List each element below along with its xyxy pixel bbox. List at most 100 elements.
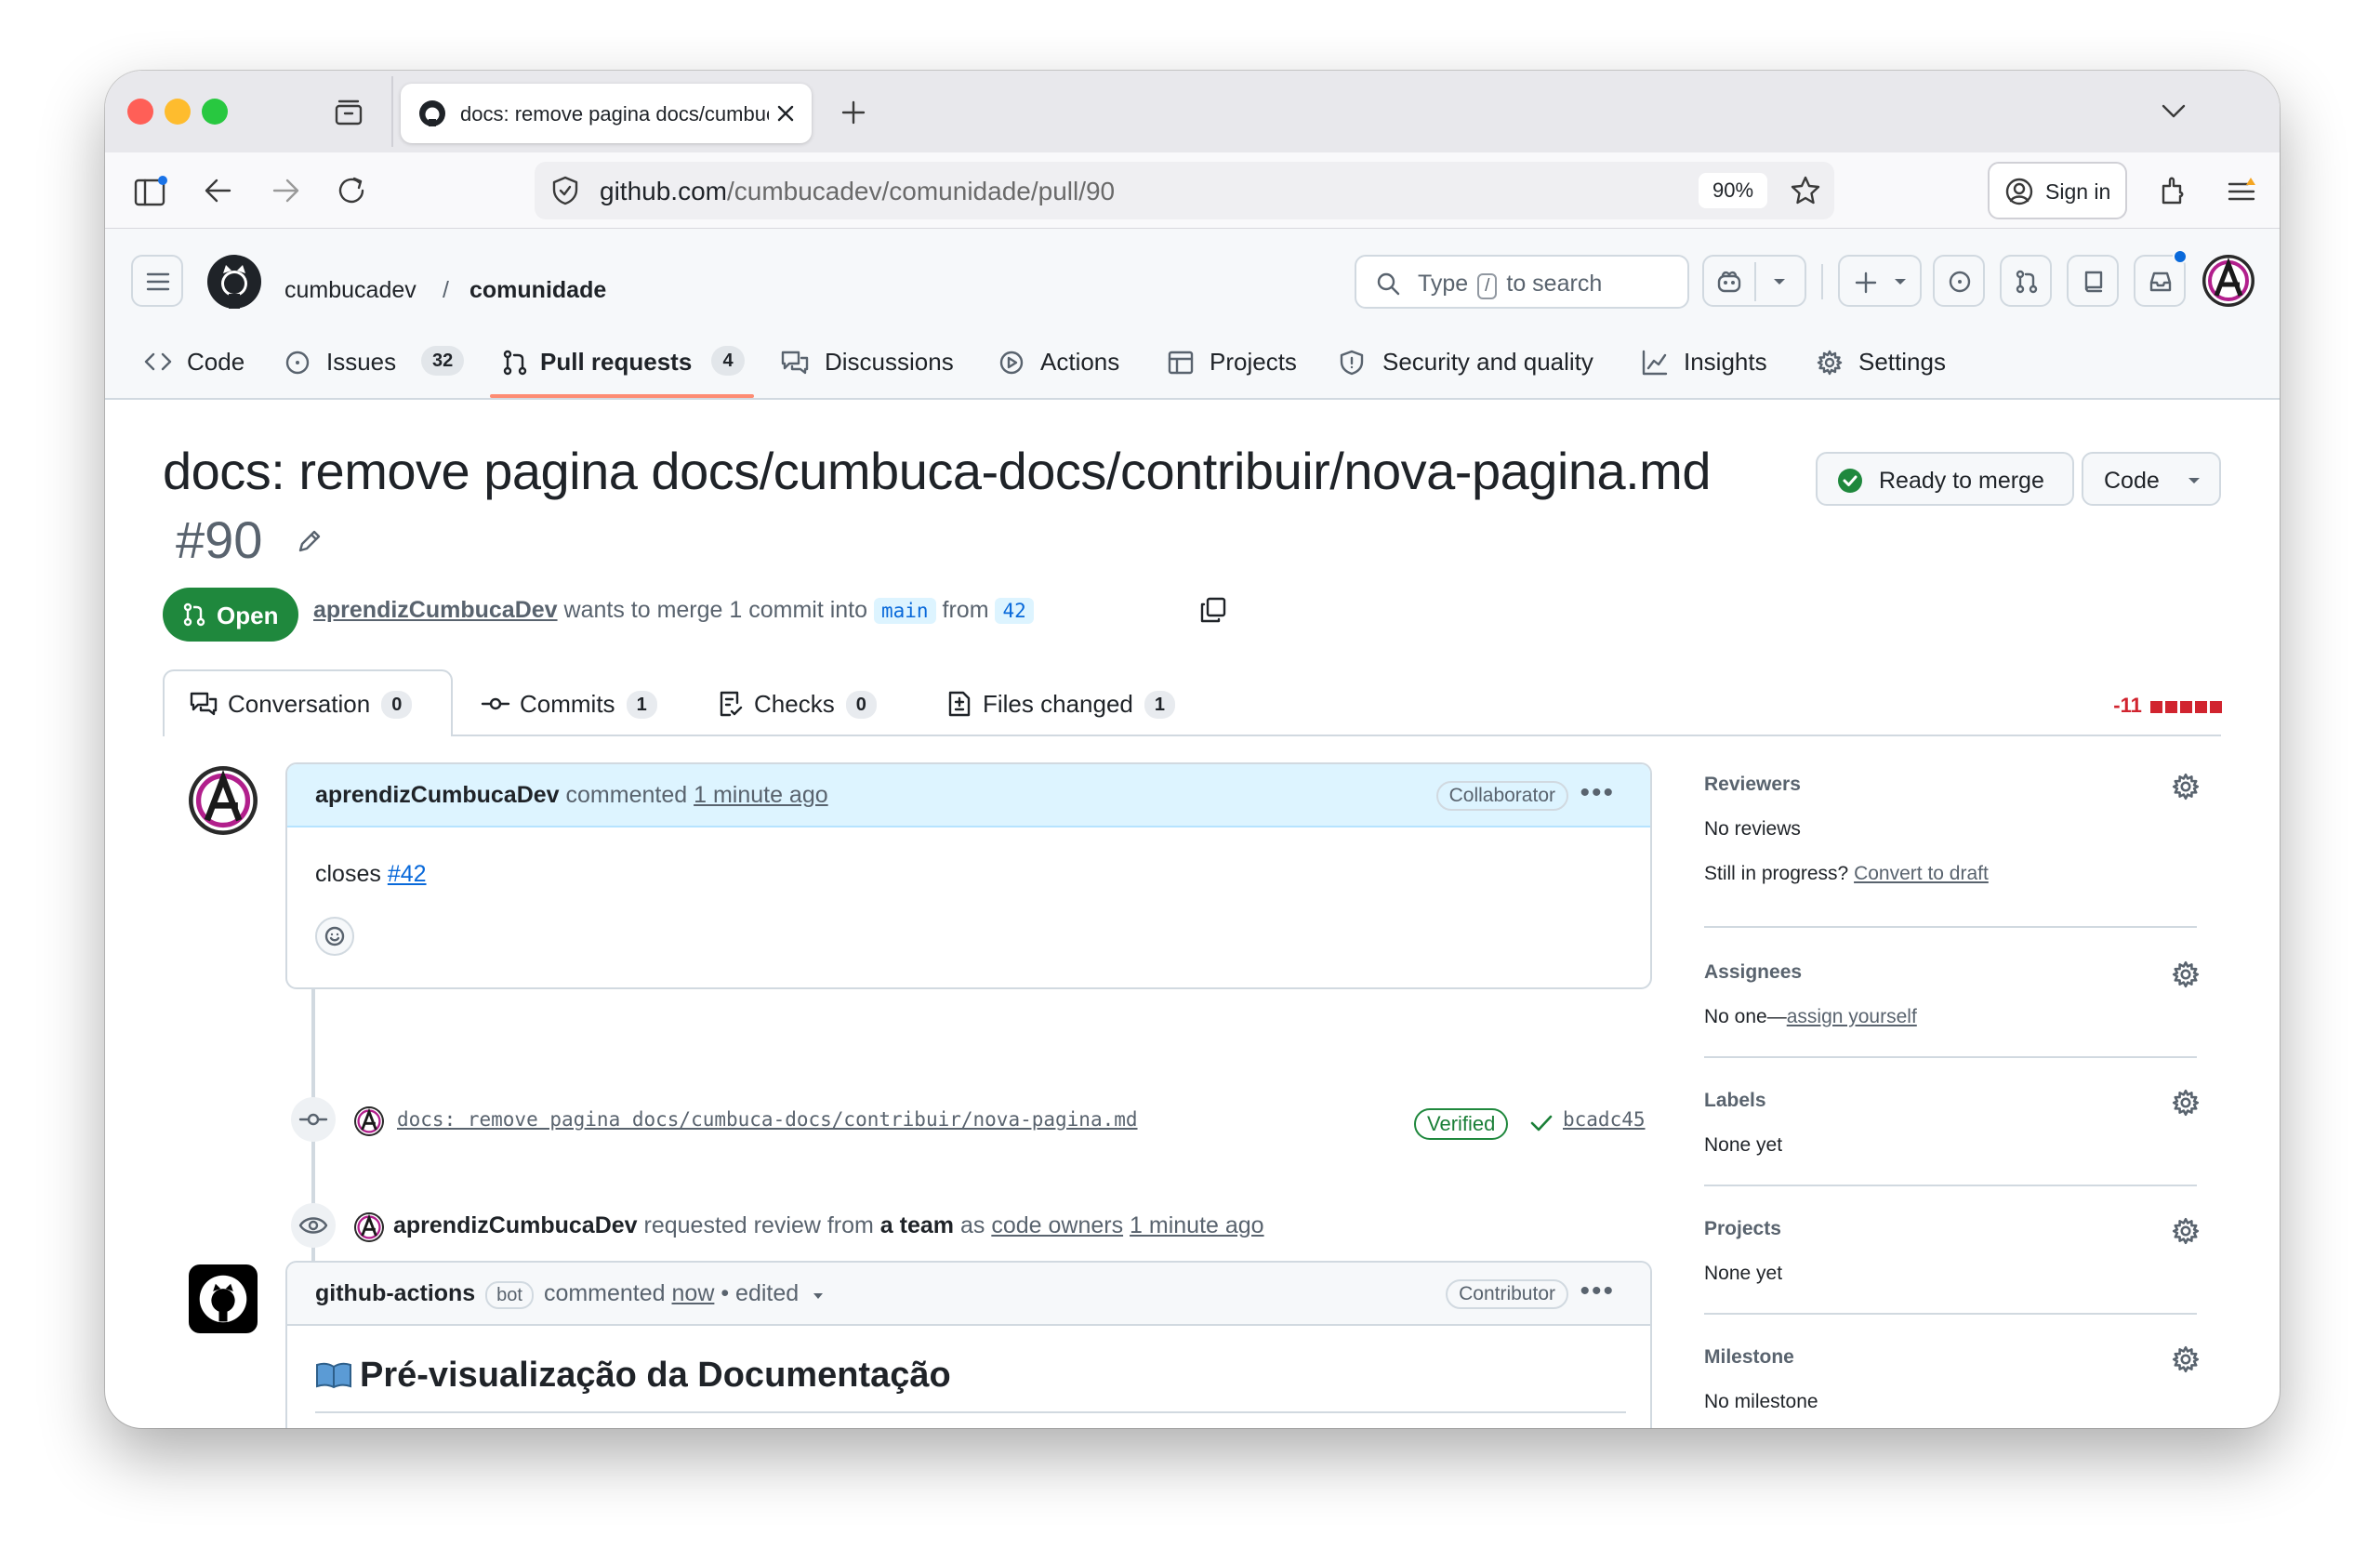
labels-gear-icon[interactable] bbox=[2171, 1088, 2201, 1118]
sidebar-milestone-title[interactable]: Milestone bbox=[1704, 1346, 1794, 1369]
sign-in-button[interactable]: Sign in bbox=[1988, 162, 2127, 219]
tab-checks[interactable]: Checks 0 bbox=[717, 690, 877, 719]
bot-comment-options-button[interactable]: ••• bbox=[1580, 1276, 1615, 1307]
breadcrumb-owner[interactable]: cumbucadev bbox=[284, 277, 416, 304]
back-icon[interactable] bbox=[202, 175, 235, 206]
head-branch[interactable]: 42 bbox=[995, 598, 1034, 624]
sidebar-reviewers-title[interactable]: Reviewers bbox=[1704, 774, 1801, 796]
user-avatar[interactable] bbox=[2202, 255, 2254, 307]
comment-author-name[interactable]: aprendizCumbucaDev bbox=[315, 782, 560, 808]
nav-security[interactable]: Security and quality bbox=[1338, 342, 1607, 385]
nav-discussions-label: Discussions bbox=[825, 348, 954, 376]
edited-chevron-down-icon[interactable] bbox=[811, 1291, 826, 1302]
nav-actions[interactable]: Actions bbox=[998, 342, 1128, 385]
maximize-window-button[interactable] bbox=[202, 99, 228, 125]
bookmark-star-icon[interactable] bbox=[1790, 175, 1821, 206]
assign-yourself-link[interactable]: assign yourself bbox=[1787, 1006, 1917, 1027]
github-actions-avatar[interactable] bbox=[189, 1264, 258, 1333]
edited-dropdown[interactable]: • edited bbox=[721, 1280, 799, 1306]
create-new-button[interactable] bbox=[1838, 255, 1922, 307]
milestone-gear-icon[interactable] bbox=[2171, 1344, 2201, 1374]
review-team: a team bbox=[879, 1212, 955, 1238]
ready-to-merge-button[interactable]: Ready to merge bbox=[1816, 452, 2074, 506]
projects-gear-icon[interactable] bbox=[2171, 1216, 2201, 1246]
nav-settings[interactable]: Settings bbox=[1816, 342, 1964, 385]
nav-issues[interactable]: Issues 32 bbox=[284, 342, 469, 385]
your-issues-button[interactable] bbox=[1933, 255, 1985, 307]
github-favicon-icon bbox=[419, 100, 445, 126]
comment-options-button[interactable]: ••• bbox=[1580, 777, 1615, 809]
extensions-icon[interactable] bbox=[2158, 173, 2191, 208]
search-input[interactable]: Type / to search bbox=[1355, 255, 1689, 309]
account-icon bbox=[2005, 178, 2033, 205]
tab-conversation[interactable]: Conversation 0 bbox=[189, 690, 413, 719]
comment-timestamp[interactable]: 1 minute ago bbox=[694, 782, 828, 808]
sidebar-toggle-icon[interactable] bbox=[133, 175, 170, 208]
anarchy-a-icon bbox=[354, 1106, 384, 1136]
sidebar-assignees-title[interactable]: Assignees bbox=[1704, 961, 1802, 984]
code-dropdown-button[interactable]: Code bbox=[2082, 452, 2221, 506]
base-branch[interactable]: main bbox=[873, 598, 936, 624]
sidebar-labels-title[interactable]: Labels bbox=[1704, 1090, 1766, 1112]
notifications-button[interactable] bbox=[2134, 249, 2188, 307]
close-tab-icon[interactable] bbox=[776, 104, 795, 123]
reviewers-gear-icon[interactable] bbox=[2171, 772, 2201, 801]
nav-pull-requests[interactable]: Pull requests 4 bbox=[501, 342, 752, 385]
tab-commits[interactable]: Commits 1 bbox=[481, 690, 657, 719]
breadcrumb-repo[interactable]: comunidade bbox=[469, 277, 606, 304]
sidebar-projects-title[interactable]: Projects bbox=[1704, 1218, 1781, 1240]
code-owners-link[interactable]: code owners bbox=[991, 1212, 1123, 1238]
tab-files-changed[interactable]: Files changed 1 bbox=[945, 690, 1176, 719]
your-pull-requests-button[interactable] bbox=[2000, 255, 2052, 307]
app-menu-icon[interactable] bbox=[2225, 175, 2258, 206]
review-timestamp[interactable]: 1 minute ago bbox=[1130, 1212, 1264, 1238]
edit-pencil-icon[interactable] bbox=[295, 526, 324, 556]
copilot-button[interactable] bbox=[1702, 255, 1806, 307]
active-tab-underline bbox=[490, 394, 754, 398]
reload-icon[interactable] bbox=[334, 173, 369, 208]
deletions-count: -11 bbox=[2113, 694, 2142, 717]
global-menu-button[interactable] bbox=[131, 255, 183, 307]
browser-tab-active[interactable]: docs: remove pagina docs/cumbuca-docs/co… bbox=[401, 84, 812, 143]
site-info-shield-icon[interactable] bbox=[549, 175, 581, 206]
nav-projects[interactable]: Projects bbox=[1167, 342, 1306, 385]
copy-icon[interactable] bbox=[1198, 595, 1228, 625]
sidebar-draft-line: Still in progress? Convert to draft bbox=[1704, 863, 1989, 885]
zoom-level-badge[interactable]: 90% bbox=[1699, 173, 1767, 208]
github-logo-icon[interactable] bbox=[205, 253, 263, 311]
bot-author-name[interactable]: github-actions bbox=[315, 1280, 475, 1306]
new-tab-icon[interactable] bbox=[840, 99, 867, 126]
minimize-window-button[interactable] bbox=[165, 99, 191, 125]
close-window-button[interactable] bbox=[127, 99, 153, 125]
verified-badge[interactable]: Verified bbox=[1414, 1108, 1509, 1140]
tab-strip: docs: remove pagina docs/cumbuca-docs/co… bbox=[105, 71, 2280, 152]
nav-code[interactable]: Code bbox=[144, 342, 256, 385]
hamburger-icon bbox=[146, 272, 170, 291]
forward-icon[interactable] bbox=[269, 175, 302, 206]
pr-author-link[interactable]: aprendizCumbucaDev bbox=[313, 597, 558, 623]
file-diff-icon bbox=[948, 691, 971, 717]
commit-message-link[interactable]: docs: remove pagina docs/cumbuca-docs/co… bbox=[397, 1108, 1138, 1131]
issue-link[interactable]: #42 bbox=[388, 861, 427, 887]
convert-to-draft-link[interactable]: Convert to draft bbox=[1854, 863, 1989, 884]
comment-author-avatar[interactable] bbox=[189, 766, 258, 835]
tab-list-chevron-icon[interactable] bbox=[2160, 100, 2188, 123]
address-bar[interactable]: github.com/cumbucadev/comunidade/pull/90… bbox=[535, 162, 1834, 219]
pr-state-label: Open bbox=[217, 602, 279, 629]
tab-overview-icon[interactable] bbox=[334, 99, 364, 126]
assignees-gear-icon[interactable] bbox=[2171, 960, 2201, 989]
commit-sha-link[interactable]: bcadc45 bbox=[1563, 1108, 1646, 1131]
copilot-chevron-down-icon[interactable] bbox=[1771, 275, 1788, 288]
nav-discussions[interactable]: Discussions bbox=[780, 342, 966, 385]
sidebar-labels-value: None yet bbox=[1704, 1134, 1783, 1156]
commit-author-avatar[interactable] bbox=[354, 1106, 384, 1136]
nav-pulls-label: Pull requests bbox=[540, 348, 693, 376]
conversation-icon bbox=[190, 692, 218, 716]
nav-insights[interactable]: Insights bbox=[1641, 342, 1780, 385]
bot-comment-timestamp[interactable]: now bbox=[672, 1280, 715, 1306]
pr-merge-text: wants to merge 1 commit into bbox=[563, 597, 868, 623]
repositories-button[interactable] bbox=[2067, 255, 2119, 307]
review-author-name[interactable]: aprendizCumbucaDev bbox=[393, 1212, 638, 1238]
review-author-avatar[interactable] bbox=[354, 1212, 384, 1242]
add-reaction-button[interactable] bbox=[315, 917, 354, 956]
